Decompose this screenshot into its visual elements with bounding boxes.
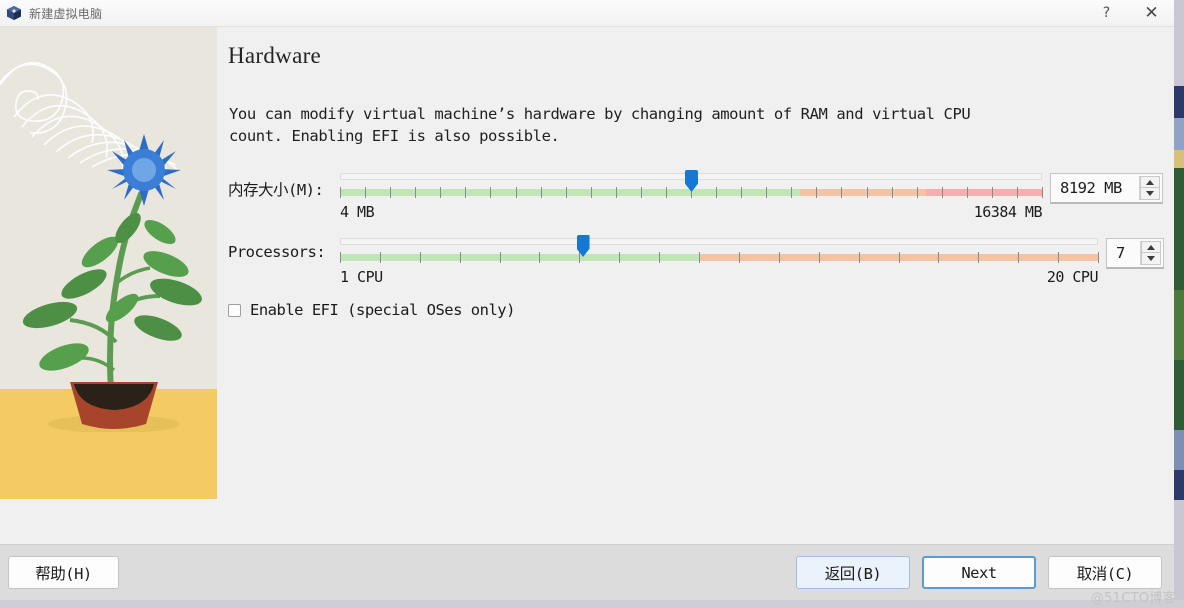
memory-spin-up-button[interactable] — [1140, 176, 1160, 188]
chevron-down-icon — [1147, 256, 1155, 261]
processors-slider-zones — [340, 254, 1098, 261]
slider-tick — [1042, 187, 1043, 198]
memory-min-label: 4 MB — [340, 203, 375, 221]
help-button[interactable]: ? — [1084, 0, 1129, 26]
memory-max-label: 16384 MB — [973, 203, 1043, 221]
processors-slider-groove[interactable] — [340, 238, 1098, 245]
chevron-up-icon — [1146, 179, 1154, 185]
content-area: Hardware You can modify virtual machine’… — [0, 27, 1174, 546]
title-bar-buttons: ? ✕ — [1084, 0, 1174, 26]
new-vm-wizard-window: 新建虚拟电脑 ? ✕ Hardware You can modify virtu… — [0, 0, 1174, 600]
memory-zone-red — [926, 189, 1042, 196]
chevron-up-icon — [1147, 244, 1155, 250]
processors-zone-green — [340, 254, 701, 261]
potted-plant-illustration — [22, 134, 202, 432]
processors-spin-up-button[interactable] — [1141, 241, 1161, 253]
processors-min-label: 1 CPU — [340, 268, 383, 286]
memory-spinbox-value[interactable]: 8192 MB — [1051, 174, 1139, 202]
processors-max-label: 20 CPU — [1046, 268, 1099, 286]
back-button[interactable]: 返回(B) — [796, 556, 910, 589]
enable-efi-checkbox[interactable] — [228, 303, 241, 317]
wizard-illustration — [0, 27, 217, 499]
virtualbox-cube-icon — [6, 5, 22, 21]
enable-efi-label: Enable EFI (special OSes only) — [250, 301, 515, 319]
desktop-background-bottom — [0, 600, 1184, 608]
memory-spinbox[interactable]: 8192 MB — [1050, 173, 1163, 204]
slider-tick — [1098, 252, 1099, 263]
next-button[interactable]: Next — [922, 556, 1036, 589]
processors-label: Processors: — [228, 243, 326, 261]
close-icon[interactable]: ✕ — [1129, 0, 1174, 26]
memory-zone-orange — [799, 189, 927, 196]
window-title: 新建虚拟电脑 — [29, 6, 103, 21]
title-bar: 新建虚拟电脑 ? ✕ — [0, 0, 1174, 27]
processors-zone-orange — [700, 254, 1098, 261]
page-title: Hardware — [228, 43, 322, 68]
processors-slider[interactable]: 1 CPU 20 CPU — [340, 234, 1099, 286]
page-description: You can modify virtual machine’s hardwar… — [229, 105, 971, 145]
cancel-button[interactable]: 取消(C) — [1048, 556, 1162, 589]
help-button-footer[interactable]: 帮助(H) — [8, 556, 119, 589]
watermark: @51CTO博客 — [1090, 591, 1176, 606]
chevron-down-icon — [1146, 191, 1154, 196]
processors-spin-down-button[interactable] — [1141, 253, 1161, 265]
processors-spinbox[interactable]: 7 — [1106, 238, 1164, 269]
memory-spin-down-button[interactable] — [1140, 188, 1160, 200]
processors-spinbox-arrows — [1140, 241, 1161, 265]
memory-spinbox-arrows — [1139, 176, 1160, 200]
memory-zone-green — [340, 189, 800, 196]
processors-spinbox-value[interactable]: 7 — [1107, 239, 1140, 267]
enable-efi-checkbox-row[interactable]: Enable EFI (special OSes only) — [228, 301, 515, 319]
wizard-footer: 帮助(H) 返回(B) Next 取消(C) — [0, 544, 1174, 600]
memory-size-label: 内存大小(M): — [228, 181, 324, 199]
wizard-main-pane: Hardware You can modify virtual machine’… — [217, 27, 1174, 546]
desktop-background-strip — [1174, 0, 1184, 608]
app-root: 新建虚拟电脑 ? ✕ Hardware You can modify virtu… — [0, 0, 1184, 608]
memory-slider[interactable]: 4 MB 16384 MB — [340, 169, 1043, 221]
